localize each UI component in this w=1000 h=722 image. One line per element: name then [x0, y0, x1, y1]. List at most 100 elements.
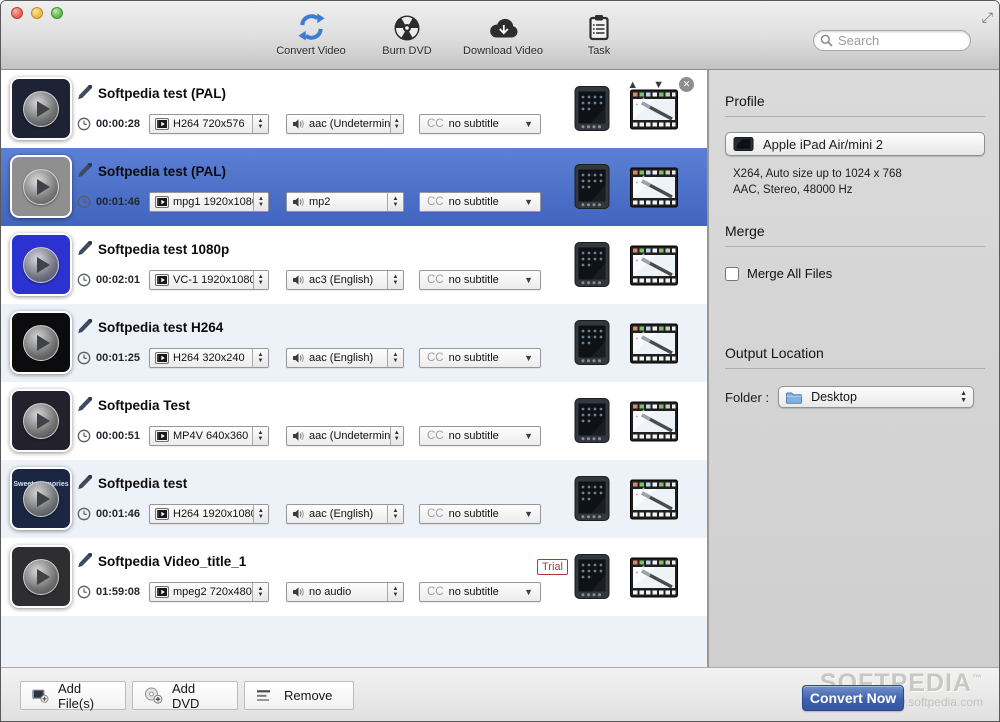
- subtitle-select[interactable]: CC no subtitle ▼: [419, 504, 541, 524]
- video-format-select[interactable]: mpeg2 720x480 ▲▼: [149, 582, 269, 602]
- audio-format-select[interactable]: no audio ▲▼: [286, 582, 404, 602]
- stepper-icon: ▲▼: [390, 115, 403, 133]
- folder-icon: [785, 391, 803, 404]
- subtitle-select[interactable]: CC no subtitle ▼: [419, 114, 541, 134]
- video-list-row[interactable]: Softpedia Video_title_1 01:59:08 mpeg2 7…: [1, 538, 707, 616]
- toolbar-convert-video[interactable]: Convert Video: [263, 12, 359, 57]
- video-format-select[interactable]: H264 720x576 ▲▼: [149, 114, 269, 134]
- toolbar-label: Task: [588, 45, 611, 57]
- edit-effects-icon[interactable]: [630, 167, 678, 213]
- audio-format-select[interactable]: aac (English) ▲▼: [286, 504, 404, 524]
- speaker-icon: [292, 430, 305, 442]
- film-icon: [155, 118, 169, 130]
- video-thumbnail[interactable]: [10, 389, 72, 452]
- audio-format-select[interactable]: aac (Undetermined) ▲▼: [286, 114, 404, 134]
- video-format-select[interactable]: mpg1 1920x1080 ▲▼: [149, 192, 269, 212]
- clear-list-button[interactable]: ✕: [679, 77, 694, 92]
- disc-icon: [393, 12, 421, 42]
- stepper-icon: ▲▼: [252, 349, 268, 367]
- output-folder-select[interactable]: Desktop ▲▼: [778, 386, 974, 408]
- video-title: Softpedia Video_title_1: [98, 554, 246, 569]
- remove-button[interactable]: Remove: [244, 681, 354, 710]
- minimize-window-button[interactable]: [31, 7, 43, 19]
- zoom-window-button[interactable]: [51, 7, 63, 19]
- audio-format-select[interactable]: aac (English) ▲▼: [286, 348, 404, 368]
- video-thumbnail[interactable]: [10, 545, 72, 608]
- add-files-button[interactable]: Add File(s): [20, 681, 126, 710]
- cloud-download-icon: [487, 12, 520, 42]
- stepper-icon: ▲▼: [387, 349, 403, 367]
- ipad-preview-icon[interactable]: [569, 319, 615, 371]
- edit-effects-icon[interactable]: [630, 89, 678, 135]
- video-list-row[interactable]: Softpedia test (PAL) 00:00:28 H264 720x5…: [1, 70, 707, 148]
- search-input[interactable]: [813, 30, 971, 51]
- video-list-row[interactable]: Sweet memories Softpedia test 00:01:46: [1, 460, 707, 538]
- ipad-preview-icon[interactable]: [569, 241, 615, 293]
- stepper-icon: ▲▼: [387, 583, 403, 601]
- edit-title-icon[interactable]: [76, 397, 92, 418]
- toolbar-task[interactable]: Task: [551, 12, 647, 57]
- subtitle-select[interactable]: CC no subtitle ▼: [419, 270, 541, 290]
- move-down-button[interactable]: ▼: [653, 79, 664, 91]
- audio-format-select[interactable]: mp2 ▲▼: [286, 192, 404, 212]
- edit-title-icon[interactable]: [76, 475, 92, 496]
- ipad-preview-icon[interactable]: [569, 475, 615, 527]
- video-duration: 00:01:46: [96, 508, 140, 520]
- profile-description: X264, Auto size up to 1024 x 768 AAC, St…: [733, 166, 985, 198]
- edit-effects-icon[interactable]: [630, 557, 678, 603]
- stepper-icon: ▲▼: [390, 427, 403, 445]
- video-format-select[interactable]: VC-1 1920x1080 ▲▼: [149, 270, 269, 290]
- video-thumbnail[interactable]: Sweet memories: [10, 467, 72, 530]
- subtitle-select[interactable]: CC no subtitle ▼: [419, 192, 541, 212]
- clock-icon: [77, 429, 91, 448]
- ipad-preview-icon[interactable]: [569, 397, 615, 449]
- edit-title-icon[interactable]: [76, 163, 92, 184]
- subtitle-select[interactable]: CC no subtitle ▼: [419, 582, 541, 602]
- video-format-select[interactable]: H264 1920x1080 ▲▼: [149, 504, 269, 524]
- edit-title-icon[interactable]: [76, 241, 92, 262]
- video-format-select[interactable]: H264 320x240 ▲▼: [149, 348, 269, 368]
- merge-all-checkbox[interactable]: [725, 267, 739, 281]
- move-up-button[interactable]: ▲: [627, 79, 638, 91]
- edit-effects-icon[interactable]: [630, 479, 678, 525]
- add-dvd-button[interactable]: Add DVD: [132, 681, 238, 710]
- app-window: Convert Video Burn DVD: [0, 0, 1000, 722]
- convert-now-button[interactable]: Convert Now: [802, 685, 904, 711]
- ipad-preview-icon[interactable]: [569, 163, 615, 215]
- edit-title-icon[interactable]: [76, 85, 92, 106]
- video-list-row[interactable]: Softpedia test 1080p 00:02:01 VC-1 1920x…: [1, 226, 707, 304]
- ipad-preview-icon[interactable]: [569, 553, 615, 605]
- profile-device-label: Apple iPad Air/mini 2: [763, 137, 883, 152]
- toolbar-burn-dvd[interactable]: Burn DVD: [359, 12, 455, 57]
- add-files-label: Add File(s): [58, 681, 114, 711]
- video-format-select[interactable]: MP4V 640x360 ▲▼: [149, 426, 269, 446]
- clock-icon: [77, 195, 91, 214]
- edit-effects-icon[interactable]: [630, 245, 678, 291]
- caret-down-icon: ▼: [524, 197, 533, 207]
- close-window-button[interactable]: [11, 7, 23, 19]
- video-list-row[interactable]: Softpedia Test 00:00:51 MP4V 640x360 ▲▼: [1, 382, 707, 460]
- subtitle-select[interactable]: CC no subtitle ▼: [419, 348, 541, 368]
- video-thumbnail[interactable]: [10, 311, 72, 374]
- play-icon: [23, 403, 59, 439]
- subtitle-select[interactable]: CC no subtitle ▼: [419, 426, 541, 446]
- fullscreen-expand-icon[interactable]: ⤢: [982, 9, 993, 26]
- edit-effects-icon[interactable]: [630, 401, 678, 447]
- video-thumbnail[interactable]: [10, 77, 72, 140]
- audio-format-select[interactable]: aac (Undetermined) ▲▼: [286, 426, 404, 446]
- video-thumbnail[interactable]: [10, 155, 72, 218]
- video-thumbnail[interactable]: [10, 233, 72, 296]
- edit-title-icon[interactable]: [76, 553, 92, 574]
- video-list-row[interactable]: Softpedia test (PAL) 00:01:46 mpg1 1920x…: [1, 148, 707, 226]
- audio-format-select[interactable]: ac3 (English) ▲▼: [286, 270, 404, 290]
- edit-title-icon[interactable]: [76, 319, 92, 340]
- audio-format-value: no audio: [309, 586, 351, 598]
- edit-effects-icon[interactable]: [630, 323, 678, 369]
- video-title: Softpedia test (PAL): [98, 86, 226, 101]
- toolbar-download-video[interactable]: Download Video: [455, 12, 551, 57]
- video-list-row[interactable]: Softpedia test H264 00:01:25 H264 320x24…: [1, 304, 707, 382]
- profile-select-button[interactable]: Apple iPad Air/mini 2: [725, 132, 985, 156]
- divider: [725, 116, 985, 117]
- cc-icon: CC: [427, 196, 444, 208]
- ipad-preview-icon[interactable]: [569, 85, 615, 137]
